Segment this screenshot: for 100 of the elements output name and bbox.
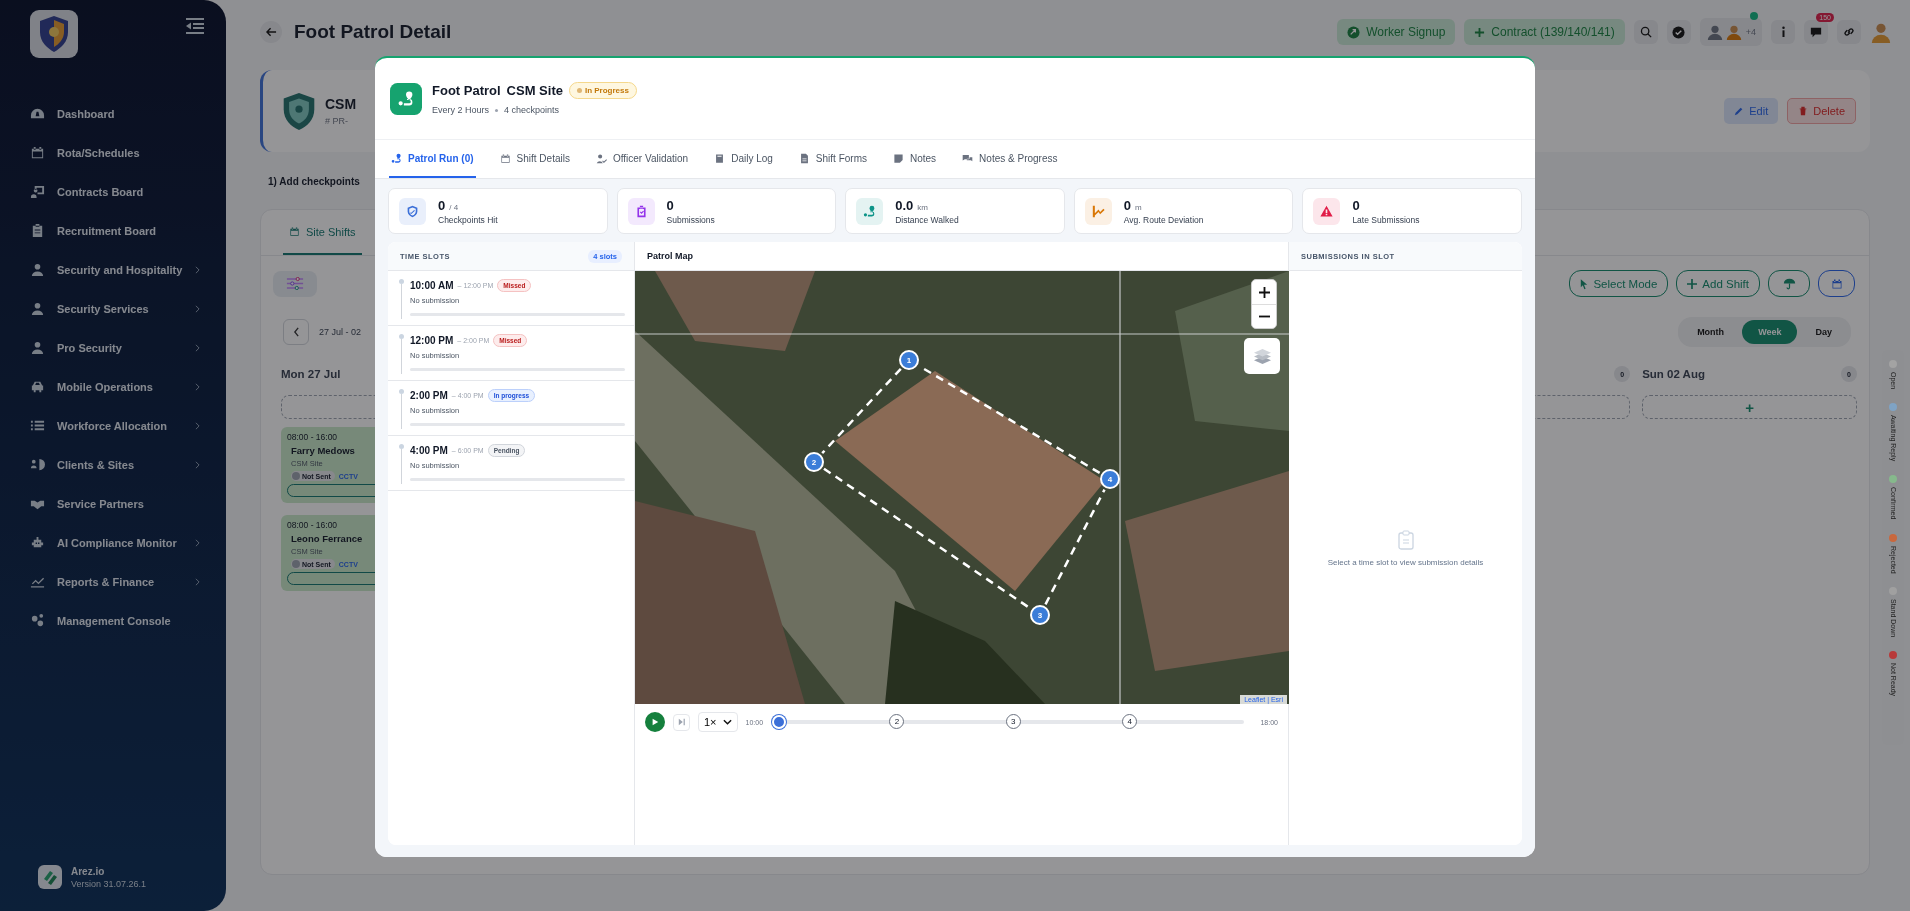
gauge-icon [30,106,45,121]
dialog-tab[interactable]: Officer Validation [593,140,691,178]
sidebar-item[interactable]: Rota/Schedules [30,133,200,172]
speed-select[interactable]: 1× [698,712,738,732]
delete-button[interactable]: Delete [1787,98,1856,124]
dialog-tab[interactable]: Daily Log [712,140,775,178]
sidebar-item[interactable]: Mobile Operations [30,367,200,406]
sidebar-item[interactable]: AI Compliance Monitor [30,523,200,562]
stat-unit: m [1135,202,1142,212]
instruction-text: 1) Add checkpoints [268,176,361,187]
sliders-icon [286,277,304,290]
sidebar-item[interactable]: Contracts Board [30,172,200,211]
route-icon [390,82,422,115]
plus-icon [1687,278,1698,289]
sidebar-item[interactable]: Clients & Sites [30,445,200,484]
calendar-icon [1830,277,1843,290]
playback-handle[interactable] [772,715,787,729]
patrol-frequency: Every 2 Hours [432,105,490,115]
info-button[interactable] [1771,20,1795,44]
chevron-right-icon [195,265,200,274]
stat-label: Checkpoints Hit [438,214,498,225]
person-icon [30,301,45,316]
dialog-tab[interactable]: Shift Details [497,140,572,178]
back-button[interactable] [260,21,282,43]
user-check-icon [595,152,607,164]
slot-start-time: 2:00 PM [410,390,448,401]
check-circle-icon [1672,25,1686,39]
dialog-tab[interactable]: Notes & Progress [960,140,1060,178]
select-mode-button[interactable]: Select Mode [1569,270,1669,297]
stat-unit: km [917,202,928,212]
checkpoint-count: 4 checkpoints [504,105,560,115]
chevron-right-icon [195,382,200,391]
sidebar-item[interactable]: Workforce Allocation [30,406,200,445]
sidebar-item[interactable]: Security Services [30,289,200,328]
play-button[interactable] [645,712,665,732]
stat-value: 0 [1123,197,1132,213]
sidebar-item[interactable]: Management Console [30,601,200,640]
checkpoint-mark: 3 [1005,714,1021,729]
robot-icon [30,535,45,550]
plus-icon [1258,286,1270,298]
site-shifts-tab[interactable]: Site Shifts [283,210,362,255]
dialog-title: Foot Patrol [432,83,501,98]
sidebar-item[interactable]: Service Partners [30,484,200,523]
view-tab[interactable]: Day [1799,320,1848,344]
slot-start-time: 12:00 PM [410,335,454,346]
chevron-right-icon [195,421,200,430]
slot-start-time: 10:00 AM [410,280,454,291]
day-heading: Sun 02 Aug [1642,368,1705,380]
add-shift-button[interactable]: Add Shift [1676,270,1760,297]
empty-state-text: Select a time slot to view submission details [1327,557,1484,567]
more-users-count: +4 [1745,27,1756,37]
calendar-icon [30,145,45,160]
link-icon [1843,26,1855,38]
link-circle-icon [1347,25,1361,39]
shield-logo-icon [281,91,317,131]
calendar-icon [499,152,511,164]
sidebar-item[interactable]: Reports & Finance [30,562,200,601]
add-shift-slot[interactable]: + [1642,395,1857,419]
sidebar-item[interactable]: Dashboard [30,94,200,133]
chevron-right-icon [195,460,200,469]
notifications-button[interactable] [1804,20,1828,44]
skip-forward-icon [677,718,686,726]
clipboard-icon [1397,529,1414,550]
search-button[interactable] [1633,20,1658,44]
presentation-board-icon [30,184,45,199]
dialog-tab[interactable]: Shift Forms [796,140,869,178]
edit-button[interactable]: Edit [1724,98,1779,124]
chevron-left-icon [292,327,300,337]
online-users-group[interactable]: +4 [1699,18,1762,46]
stat-label: Submissions [666,214,715,225]
chevron-right-icon [195,304,200,313]
sidebar-item[interactable]: Recruitment Board [30,211,200,250]
gears-icon [30,613,45,628]
dialog-tab[interactable]: Notes [891,140,939,178]
skip-button[interactable] [673,713,690,731]
shield-logo-icon [30,10,78,58]
calendar-button[interactable] [1818,270,1855,297]
slot-start-time: 4:00 PM [410,445,448,456]
info-icon [1780,26,1786,38]
sidebar-item[interactable]: Security and Hospitality [30,250,200,289]
car-icon [30,379,45,394]
site-reference: # PR- [325,116,349,126]
umbrella-button[interactable] [1768,270,1810,297]
person-icon [30,340,45,355]
worker-signup-button[interactable]: Worker Signup [1337,19,1456,45]
chevron-right-icon [195,343,200,352]
document-icon [798,152,810,164]
link-button[interactable] [1837,20,1861,44]
sidebar-item[interactable]: Pro Security [30,328,200,367]
collapse-menu-icon[interactable] [186,18,204,34]
contract-button[interactable]: Contract (139/140/141) [1464,19,1625,45]
view-tab[interactable]: Month [1681,320,1741,344]
book-icon [714,152,726,164]
umbrella-icon [1782,277,1796,290]
verified-button[interactable] [1666,20,1691,44]
previous-week-button[interactable] [283,319,309,345]
chevron-right-icon [195,538,200,547]
view-tab[interactable]: Week [1742,320,1798,344]
person-icon [30,262,45,277]
layers-button[interactable] [1244,338,1280,374]
